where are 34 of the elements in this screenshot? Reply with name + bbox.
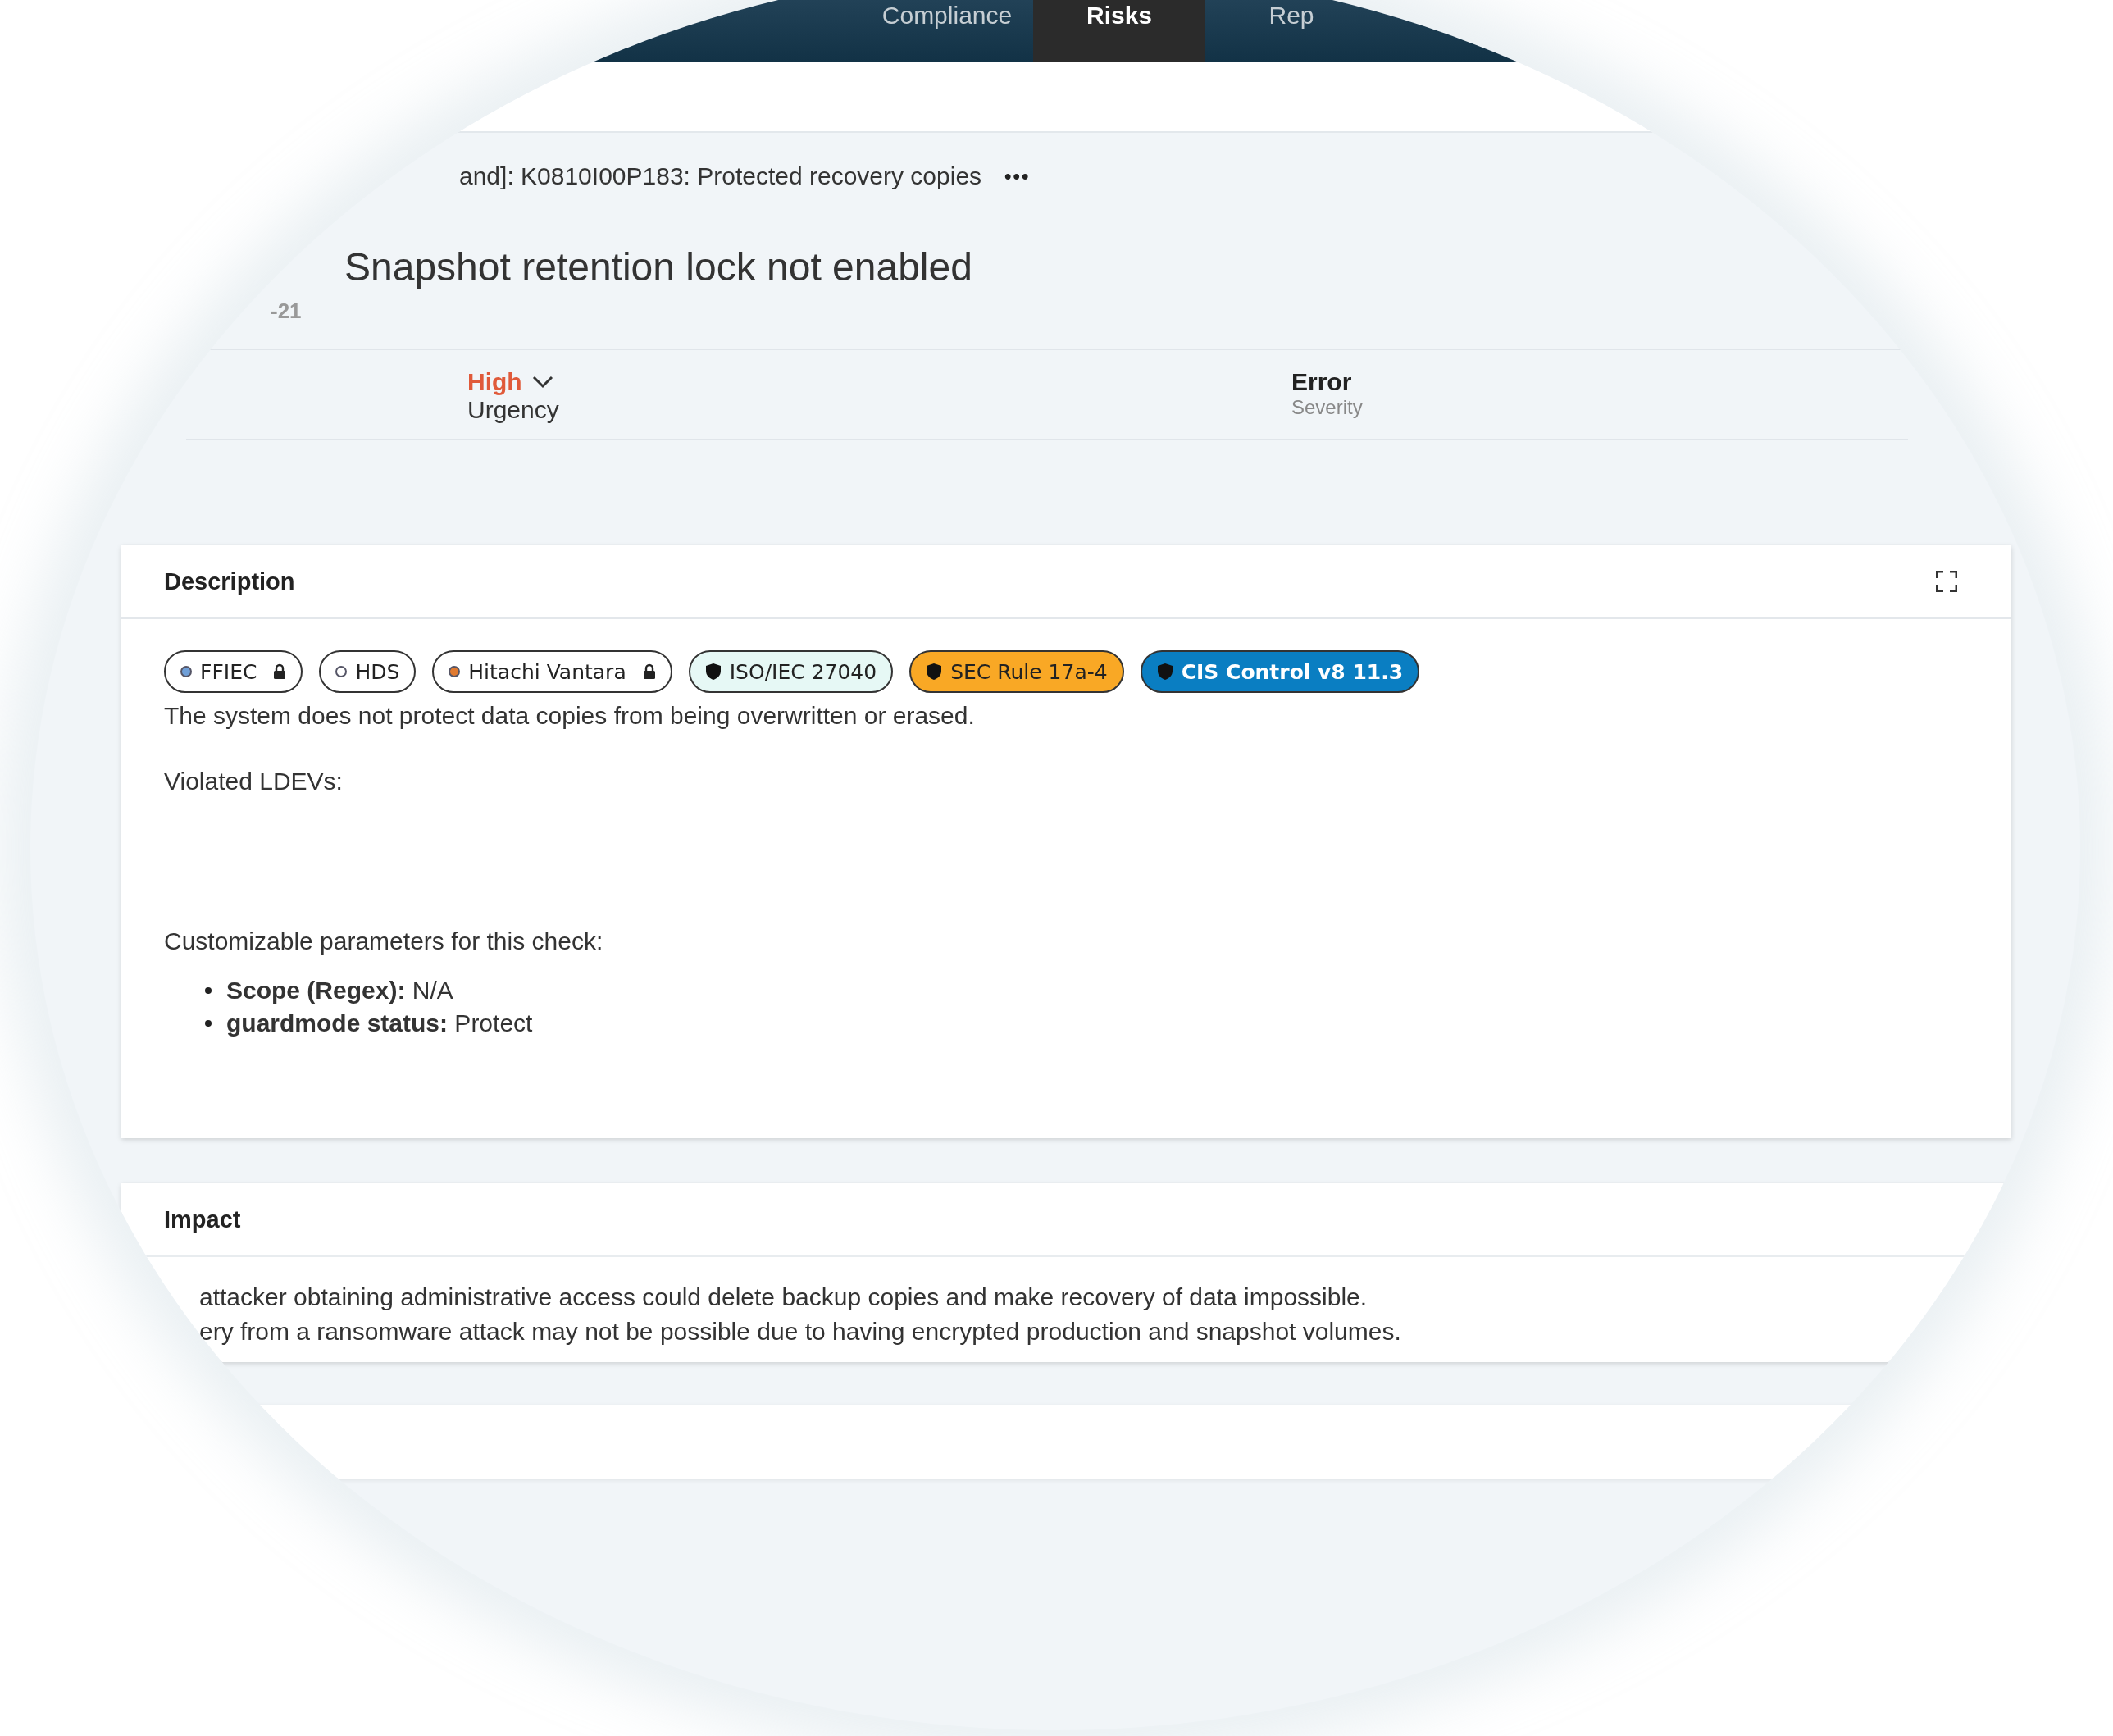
shield-icon [926,663,943,681]
lock-icon [642,663,656,680]
tag: HDS [319,650,417,693]
field-label: Urgency [467,396,560,424]
subtitle: -21 [271,298,303,324]
parameters-intro: Customizable parameters for this check: [164,927,604,956]
page-title: Snapshot retention lock not enabled [344,244,973,290]
tag: Hitachi Vantara [432,650,672,693]
shield-icon [704,663,722,681]
lock-icon [273,663,287,680]
breadcrumb: and]: K0810I00P183: Protected recovery copies [459,162,982,190]
bullet-icon [205,987,212,994]
description-text: The system does not protect data copies from being overwritten or erased. [164,701,976,731]
card-title: Description [164,567,295,595]
parameter-text: Scope (Regex): N/A [226,976,453,1005]
nav-tab[interactable]: Rep [1205,0,1378,62]
bullet-icon [205,1020,212,1027]
violated-label: Violated LDEVs: [164,767,344,796]
expand-icon [1936,571,1957,592]
severity-value: Error [1291,368,1352,396]
nav-tab[interactable]: Compliance [861,0,1033,62]
impact-text: attacker obtaining administrative access could delete backup copies and make recovery of data impossible. [199,1283,1368,1312]
impact-text: ery from a ransomware attack may not be possible due to having encrypted production and snapshot volumes. [199,1317,1402,1346]
chevron-down-icon [531,376,553,389]
card-title: Impact [164,1205,241,1233]
more-button[interactable]: ••• [1004,165,1031,188]
tag: FFIEC [164,650,303,693]
parameter-text: guardmode status: Protect [226,1009,533,1038]
shield-icon [1156,663,1173,681]
nav-tab[interactable]: Risks [1033,0,1205,62]
tag: ISO/IEC 27040 [688,650,894,693]
field-label: Severity [1291,396,1364,419]
tag: SEC Rule 17a-4 [909,650,1124,693]
tag: CIS Control v8 11.3 [1140,650,1420,693]
